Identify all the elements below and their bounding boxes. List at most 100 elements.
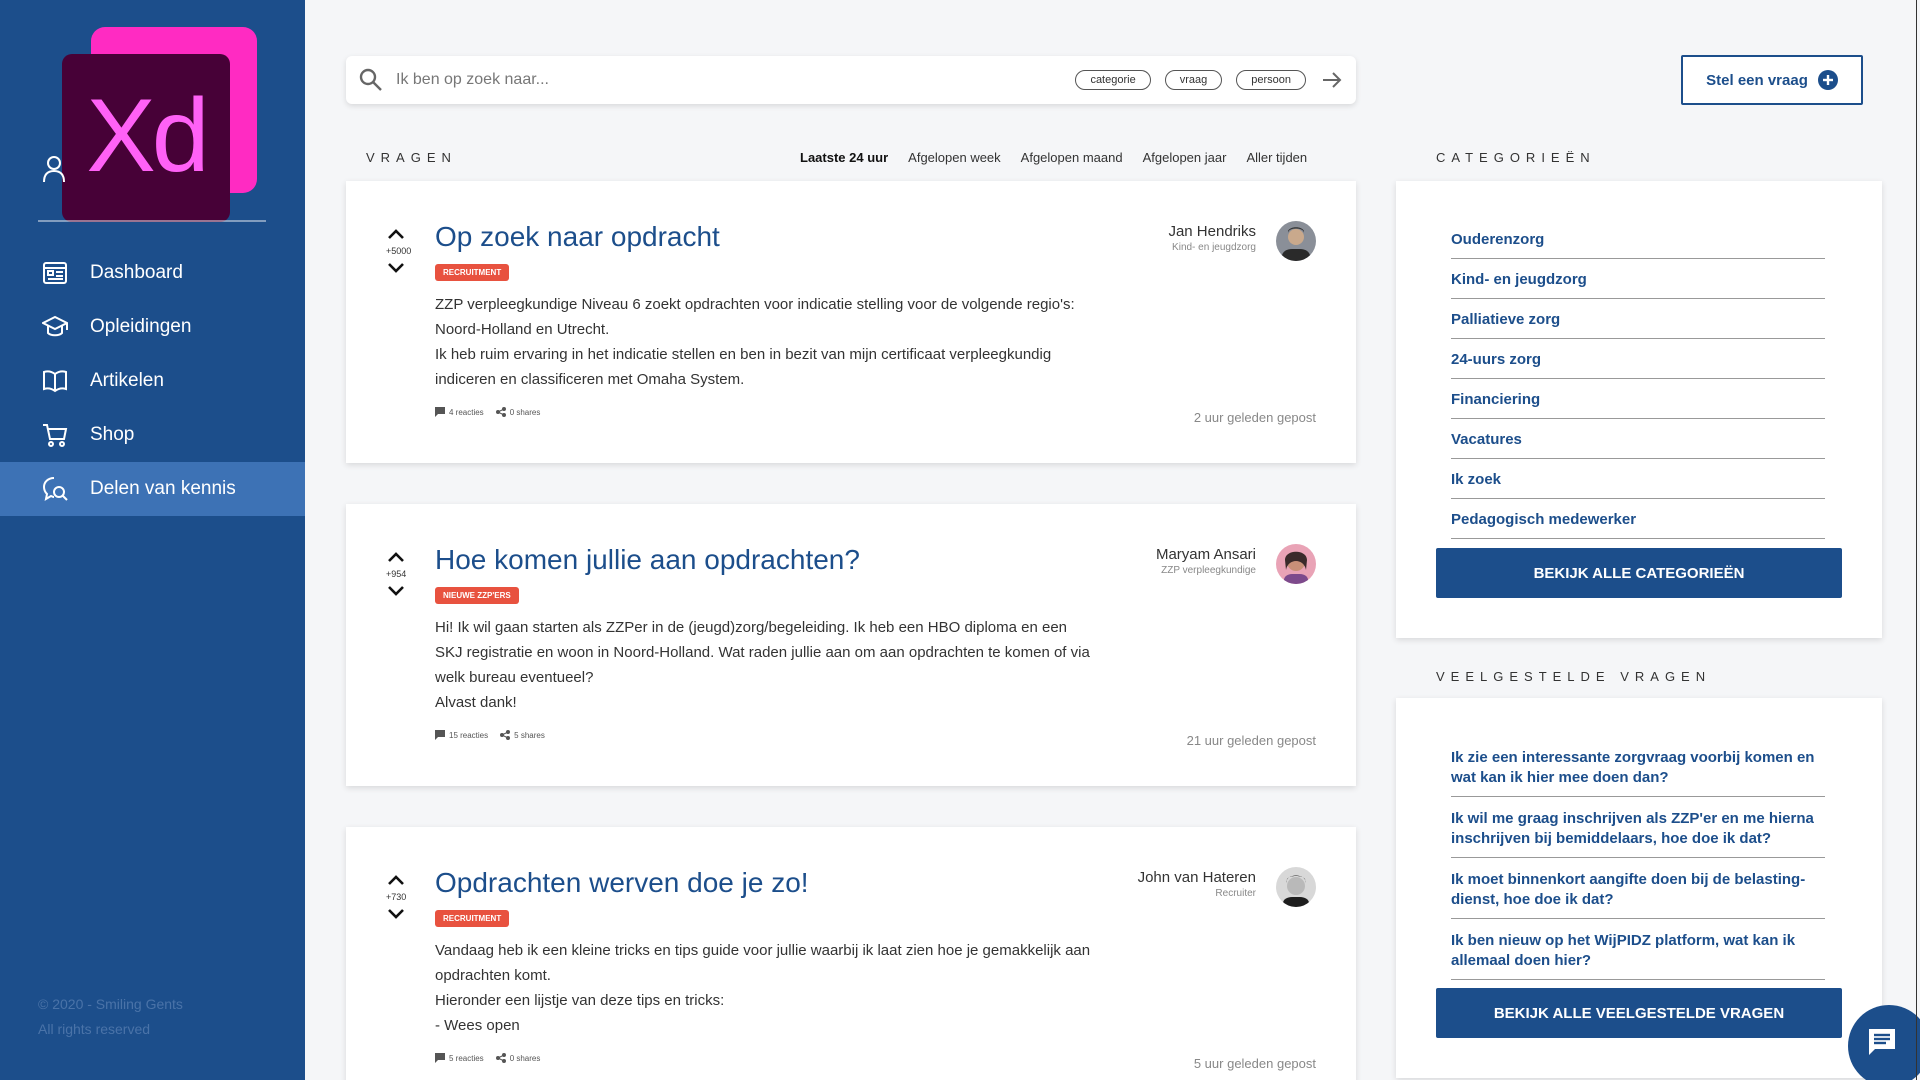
filter-month[interactable]: Afgelopen maand bbox=[1021, 150, 1123, 165]
upvote-icon[interactable] bbox=[386, 550, 406, 564]
shares-count: 0 shares bbox=[509, 407, 541, 417]
category-item[interactable]: 24-uurs zorg bbox=[1451, 339, 1825, 379]
copyright-text: © 2020 - Smiling Gents bbox=[38, 996, 183, 1012]
graduation-cap-icon bbox=[42, 315, 68, 337]
question-body: ZZP verpleegkundige Niveau 6 zoekt opdra… bbox=[435, 292, 1135, 392]
dashboard-icon bbox=[43, 262, 67, 284]
nav-item-opleidingen[interactable]: Opleidingen bbox=[0, 300, 305, 354]
sidebar: Xd Dashboard Opleidingen Artikelen Shop … bbox=[0, 0, 305, 1080]
body-line: ZZP verpleegkundige Niveau 6 zoekt opdra… bbox=[435, 296, 1075, 313]
question-meta: 15 reacties 5 shares bbox=[435, 730, 545, 740]
comment-icon bbox=[435, 1053, 445, 1063]
nav-item-dashboard[interactable]: Dashboard bbox=[0, 246, 305, 300]
body-line: opdrachten komt. bbox=[435, 967, 551, 984]
body-line: Hi! Ik wil gaan starten als ZZPer in de … bbox=[435, 619, 1068, 636]
share-icon bbox=[495, 1053, 506, 1063]
downvote-icon[interactable] bbox=[386, 907, 406, 921]
window-edge bbox=[1916, 0, 1917, 1080]
search-input[interactable] bbox=[396, 71, 996, 89]
faq-panel: Ik zie een interessante zorgvraag voorbi… bbox=[1396, 698, 1882, 1078]
vote-count: +954 bbox=[386, 569, 407, 579]
nav-item-artikelen[interactable]: Artikelen bbox=[0, 354, 305, 408]
filter-all-time[interactable]: Aller tijden bbox=[1246, 150, 1307, 165]
avatar[interactable] bbox=[1276, 544, 1316, 584]
nav-item-shop[interactable]: Shop bbox=[0, 408, 305, 462]
question-card: +5000 Op zoek naar opdracht RECRUITMENT … bbox=[346, 181, 1356, 463]
vote-control: +730 bbox=[386, 873, 406, 921]
filter-24h[interactable]: Laatste 24 uur bbox=[800, 150, 888, 165]
category-item[interactable]: Pedagogisch medewerker bbox=[1451, 499, 1825, 539]
body-line: Alvast dank! bbox=[435, 694, 517, 711]
body-line: Ik heb ruim ervaring in het indicatie st… bbox=[435, 346, 1052, 363]
reactions-link[interactable]: 15 reacties bbox=[435, 730, 488, 740]
question-body: Vandaag heb ik een kleine tricks en tips… bbox=[435, 938, 1135, 1038]
arrow-right-icon[interactable] bbox=[1318, 66, 1346, 94]
body-line: welk bureau eventueel? bbox=[435, 669, 594, 686]
view-all-faq-button[interactable]: BEKIJK ALLE VEELGESTELDE VRAGEN bbox=[1436, 988, 1842, 1038]
chat-button[interactable] bbox=[1848, 1005, 1920, 1080]
faq-item[interactable]: Ik wil me graag inschrijven als ZZP'er e… bbox=[1451, 809, 1825, 858]
cart-icon bbox=[43, 424, 68, 447]
body-line: indiceren en classificeren met Omaha Sys… bbox=[435, 371, 745, 388]
ask-question-label: Stel een vraag bbox=[1706, 71, 1808, 89]
share-icon bbox=[495, 407, 506, 417]
open-book-icon bbox=[43, 370, 67, 393]
view-all-categories-button[interactable]: BEKIJK ALLE CATEGORIEËN bbox=[1436, 548, 1842, 598]
time-filters: Laatste 24 uur Afgelopen week Afgelopen … bbox=[800, 150, 1307, 165]
upvote-icon[interactable] bbox=[386, 227, 406, 241]
category-item[interactable]: Palliatieve zorg bbox=[1451, 299, 1825, 339]
category-item[interactable]: Ik zoek bbox=[1451, 459, 1825, 499]
shares-link[interactable]: 0 shares bbox=[495, 407, 541, 417]
author-info[interactable]: Jan Hendriks Kind- en jeugdzorg bbox=[1168, 223, 1256, 253]
reactions-link[interactable]: 5 reacties bbox=[435, 1053, 484, 1063]
shares-link[interactable]: 0 shares bbox=[495, 1053, 540, 1063]
ask-question-button[interactable]: Stel een vraag bbox=[1681, 55, 1863, 105]
user-profile-icon[interactable] bbox=[42, 155, 66, 183]
downvote-icon[interactable] bbox=[386, 261, 406, 275]
avatar[interactable] bbox=[1276, 221, 1316, 261]
downvote-icon[interactable] bbox=[386, 584, 406, 598]
chat-bubble-icon bbox=[1869, 1029, 1895, 1055]
vote-control: +5000 bbox=[386, 227, 411, 275]
question-meta: 5 reacties 0 shares bbox=[435, 1053, 540, 1063]
nav-label: Opleidingen bbox=[90, 316, 192, 337]
chip-vraag[interactable]: vraag bbox=[1164, 70, 1223, 90]
search-bar: categorie vraag persoon bbox=[346, 56, 1356, 104]
posted-time: 21 uur geleden gepost bbox=[1186, 733, 1316, 748]
xd-logo-front: Xd bbox=[62, 54, 230, 222]
author-name: John van Hateren bbox=[1137, 869, 1256, 886]
author-role: Recruiter bbox=[1215, 888, 1256, 899]
category-item[interactable]: Ouderenzorg bbox=[1451, 219, 1825, 259]
chip-persoon[interactable]: persoon bbox=[1236, 70, 1306, 90]
question-title[interactable]: Hoe komen jullie aan opdrachten? bbox=[435, 544, 860, 576]
category-tag[interactable]: RECRUITMENT bbox=[435, 264, 510, 281]
shares-link[interactable]: 5 shares bbox=[500, 730, 545, 740]
author-info[interactable]: John van Hateren Recruiter bbox=[1138, 869, 1256, 899]
question-title[interactable]: Opdrachten werven doe je zo! bbox=[435, 867, 809, 899]
sidebar-divider bbox=[38, 220, 266, 222]
faq-item[interactable]: Ik ben nieuw op het WijPIDZ platform, wa… bbox=[1451, 931, 1825, 980]
categories-panel: Ouderenzorg Kind- en jeugdzorg Palliatie… bbox=[1396, 181, 1882, 638]
category-item[interactable]: Kind- en jeugdzorg bbox=[1451, 259, 1825, 299]
question-card: +954 Hoe komen jullie aan opdrachten? NI… bbox=[346, 504, 1356, 786]
category-item[interactable]: Vacatures bbox=[1451, 419, 1825, 459]
question-title[interactable]: Op zoek naar opdracht bbox=[435, 221, 720, 253]
nav-item-delen-van-kennis[interactable]: Delen van kennis bbox=[0, 462, 305, 516]
category-tag[interactable]: RECRUITMENT bbox=[435, 910, 510, 927]
faq-item[interactable]: Ik moet binnenkort aangifte doen bij de … bbox=[1451, 870, 1825, 919]
avatar[interactable] bbox=[1276, 867, 1316, 907]
upvote-icon[interactable] bbox=[386, 873, 406, 887]
reactions-link[interactable]: 4 reacties bbox=[435, 407, 484, 417]
posted-time: 5 uur geleden gepost bbox=[1193, 1056, 1316, 1071]
reactions-count: 4 reacties bbox=[449, 407, 484, 417]
faq-item[interactable]: Ik zie een interessante zorgvraag voorbi… bbox=[1451, 748, 1825, 797]
vote-count: +730 bbox=[386, 892, 407, 902]
filter-week[interactable]: Afgelopen week bbox=[908, 150, 1001, 165]
chip-categorie[interactable]: categorie bbox=[1075, 70, 1151, 90]
category-item[interactable]: Financiering bbox=[1451, 379, 1825, 419]
filter-year[interactable]: Afgelopen jaar bbox=[1143, 150, 1227, 165]
reactions-count: 15 reacties bbox=[449, 730, 489, 740]
category-tag[interactable]: NIEUWE ZZP'ERS bbox=[435, 587, 519, 604]
plus-circle-icon bbox=[1817, 70, 1838, 90]
author-info[interactable]: Maryam Ansari ZZP verpleegkundige bbox=[1156, 546, 1256, 576]
